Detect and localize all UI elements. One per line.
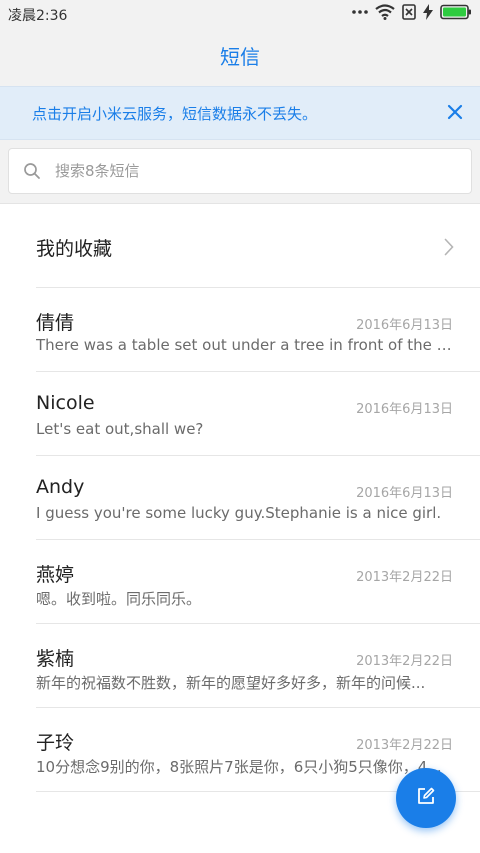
contact-name: Andy bbox=[36, 476, 85, 498]
search-box[interactable] bbox=[8, 148, 472, 194]
search-icon bbox=[23, 162, 41, 184]
message-date: 2013年2月22日 bbox=[356, 738, 453, 753]
message-preview: 嗯。收到啦。同乐同乐。 bbox=[36, 590, 202, 608]
contact-name: 子玲 bbox=[36, 732, 75, 754]
status-icons bbox=[352, 4, 472, 20]
message-preview: There was a table set out under a tree i… bbox=[36, 336, 452, 354]
message-preview: I guess you're some lucky guy.Stephanie … bbox=[36, 504, 442, 522]
conversation-item[interactable]: 燕婷 2013年2月22日 嗯。收到啦。同乐同乐。 bbox=[0, 540, 480, 624]
message-preview: 10分想念9别的你，8张照片7张是你，6只小狗5只像你，4... bbox=[36, 758, 442, 776]
banner-text[interactable]: 点击开启小米云服务，短信数据永不丢失。 bbox=[32, 103, 317, 124]
status-bar: 凌晨2:36 bbox=[0, 0, 480, 28]
header: 短信 bbox=[0, 28, 480, 86]
message-date: 2016年6月13日 bbox=[356, 402, 453, 417]
message-date: 2013年2月22日 bbox=[356, 654, 453, 669]
search-bar bbox=[0, 140, 480, 204]
page-title: 短信 bbox=[220, 45, 260, 69]
conversation-item[interactable]: Andy 2016年6月13日 I guess you're some luck… bbox=[0, 456, 480, 540]
contact-name: 燕婷 bbox=[36, 564, 75, 586]
message-date: 2016年6月13日 bbox=[356, 318, 453, 333]
contact-name: 倩倩 bbox=[36, 312, 75, 334]
compose-button[interactable] bbox=[396, 768, 456, 828]
search-input[interactable] bbox=[55, 149, 455, 193]
favorites-label: 我的收藏 bbox=[36, 238, 113, 260]
contact-name: 紫楠 bbox=[36, 648, 75, 670]
message-date: 2016年6月13日 bbox=[356, 486, 453, 501]
compose-icon bbox=[416, 786, 436, 810]
favorites-row[interactable]: 我的收藏 bbox=[0, 204, 480, 288]
status-time: 凌晨2:36 bbox=[8, 8, 68, 24]
battery-icon bbox=[440, 4, 472, 20]
message-preview: Let's eat out,shall we? bbox=[36, 420, 204, 438]
wifi-icon bbox=[375, 4, 395, 20]
no-sim-icon bbox=[402, 4, 416, 20]
charging-bolt-icon bbox=[423, 4, 433, 20]
conversation-item[interactable]: 紫楠 2013年2月22日 新年的祝福数不胜数，新年的愿望好多好多，新年的问候.… bbox=[0, 624, 480, 708]
cloud-service-banner[interactable]: 点击开启小米云服务，短信数据永不丢失。 bbox=[0, 86, 480, 140]
more-dots-icon bbox=[352, 9, 368, 15]
close-icon[interactable] bbox=[446, 103, 464, 121]
chevron-right-icon bbox=[444, 238, 454, 260]
conversation-item[interactable]: Nicole 2016年6月13日 Let's eat out,shall we… bbox=[0, 372, 480, 456]
conversation-item[interactable]: 倩倩 2016年6月13日 There was a table set out … bbox=[0, 288, 480, 372]
contact-name: Nicole bbox=[36, 392, 95, 414]
message-date: 2013年2月22日 bbox=[356, 570, 453, 585]
message-preview: 新年的祝福数不胜数，新年的愿望好多好多，新年的问候... bbox=[36, 674, 426, 692]
